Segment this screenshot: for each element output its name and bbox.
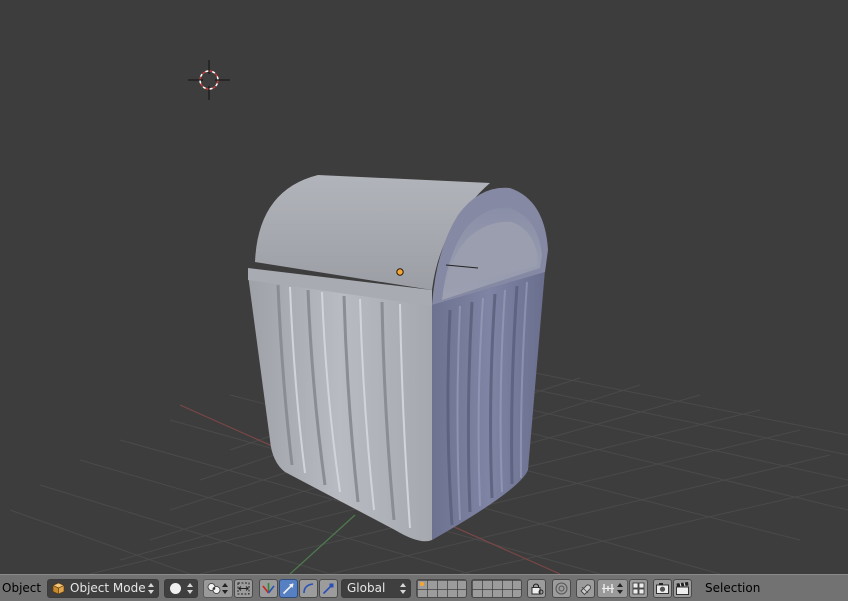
3d-cursor-icon[interactable] <box>188 60 230 100</box>
viewport-header: Object Object Mode Global Selection <box>0 574 848 601</box>
mode-label: Object Mode <box>70 581 146 595</box>
orientation-label: Global <box>347 581 386 595</box>
active-layer-indicator <box>420 582 424 586</box>
render-camera-icon[interactable] <box>653 579 672 598</box>
clapboard-icon[interactable] <box>673 579 692 598</box>
snap-dropdown-arrows <box>617 582 624 595</box>
orientation-dropdown-arrows <box>400 582 407 595</box>
trash-bin-mesh[interactable] <box>248 175 548 542</box>
solid-shading-icon <box>170 583 181 594</box>
axes-icon <box>262 583 275 594</box>
snap-magnet-icon[interactable] <box>576 579 595 598</box>
object-origin-icon <box>396 268 404 276</box>
object-menu[interactable]: Object <box>2 575 41 601</box>
snap-element-selector[interactable] <box>597 579 628 598</box>
pivot-dropdown-arrows <box>222 582 229 595</box>
snap-element-icon <box>602 584 614 593</box>
rotate-arc-icon[interactable] <box>299 579 318 598</box>
3d-viewport[interactable] <box>0 0 848 574</box>
selection-status: Selection <box>705 581 761 595</box>
transform-manipulator-axes[interactable] <box>259 579 278 598</box>
lock-layer-icon[interactable] <box>527 579 546 598</box>
viewport-canvas[interactable] <box>0 0 848 574</box>
viewport-shading-selector[interactable] <box>164 579 198 598</box>
mode-dropdown-arrows <box>148 582 155 595</box>
grid-icon <box>632 582 645 595</box>
blender-window: Object Object Mode Global Selection <box>0 0 848 601</box>
scale-icon[interactable] <box>319 579 338 598</box>
snap-grid-toggle[interactable] <box>629 579 648 598</box>
scene-layers-group-1[interactable] <box>416 579 467 598</box>
proportional-edit-icon[interactable] <box>552 579 571 598</box>
mode-selector[interactable]: Object Mode <box>47 579 159 598</box>
transform-orientation-selector[interactable]: Global <box>341 579 411 598</box>
shading-dropdown-arrows <box>187 582 194 595</box>
cube-icon <box>52 582 65 595</box>
scene-layers-group-2[interactable] <box>471 579 522 598</box>
pivot-point-icon <box>207 583 221 594</box>
pivot-point-selector[interactable] <box>203 579 233 598</box>
manipulator-toggle-icon[interactable] <box>234 579 253 598</box>
translate-arrow-icon[interactable] <box>279 579 298 598</box>
